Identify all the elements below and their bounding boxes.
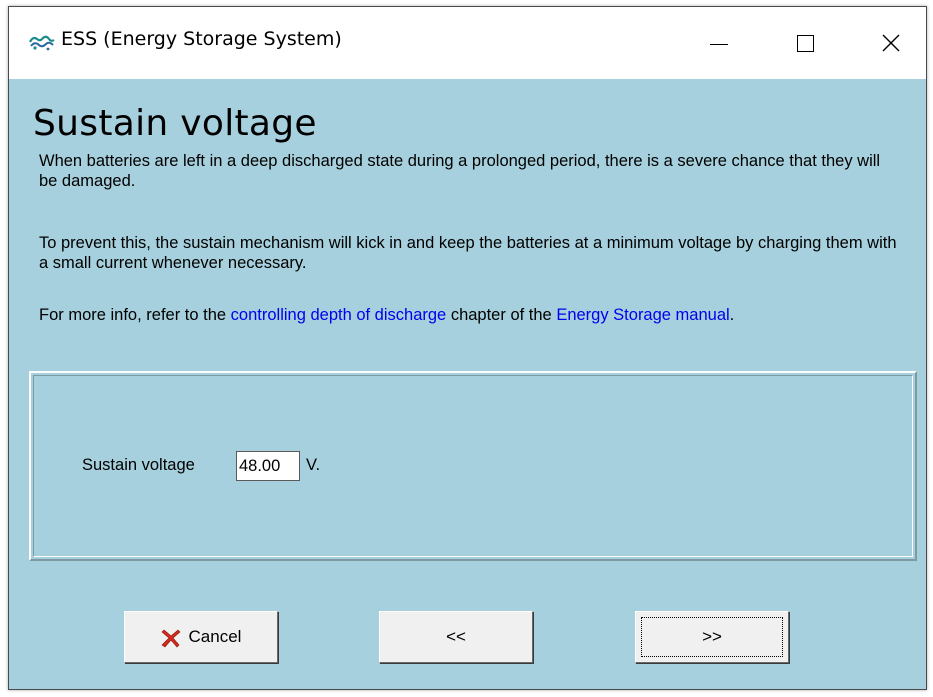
description-paragraph-2: To prevent this, the sustain mechanism w… <box>39 234 897 272</box>
app-logo-icon <box>29 35 55 51</box>
description-paragraph-1: When batteries are left in a deep discha… <box>39 152 881 190</box>
sustain-voltage-unit: V. <box>306 456 321 474</box>
wizard-content: Sustain voltage When batteries are left … <box>9 79 926 689</box>
depth-of-discharge-link[interactable]: controlling depth of discharge <box>231 306 447 324</box>
close-icon <box>882 34 900 52</box>
maximize-icon <box>796 34 814 52</box>
maximize-button[interactable] <box>769 7 841 79</box>
close-button[interactable] <box>855 7 926 79</box>
sustain-voltage-input[interactable] <box>236 451 300 481</box>
back-label: << <box>446 627 466 646</box>
cancel-button[interactable]: Cancel <box>124 611 278 663</box>
minimize-button[interactable] <box>683 7 755 79</box>
cancel-label: Cancel <box>188 627 242 646</box>
title-bar[interactable]: ESS (Energy Storage System) <box>9 7 926 79</box>
energy-storage-manual-link[interactable]: Energy Storage manual <box>556 306 729 324</box>
minimize-icon <box>710 43 728 45</box>
window-title: ESS (Energy Storage System) <box>61 28 342 50</box>
more-info-middle: chapter of the <box>446 306 557 324</box>
more-info-suffix: . <box>729 306 735 324</box>
page-title: Sustain voltage <box>33 103 317 144</box>
more-info-prefix: For more info, refer to the <box>39 306 231 324</box>
back-button[interactable]: << <box>379 611 533 663</box>
next-label: >> <box>702 627 722 646</box>
red-x-icon <box>161 629 180 648</box>
more-info-paragraph: For more info, refer to the controlling … <box>39 305 899 325</box>
next-button[interactable]: >> <box>635 611 789 663</box>
sustain-voltage-label: Sustain voltage <box>82 456 195 474</box>
ess-wizard-window: ESS (Energy Storage System) Sustain volt… <box>8 6 927 690</box>
settings-group-box: Sustain voltage V. <box>29 371 917 561</box>
